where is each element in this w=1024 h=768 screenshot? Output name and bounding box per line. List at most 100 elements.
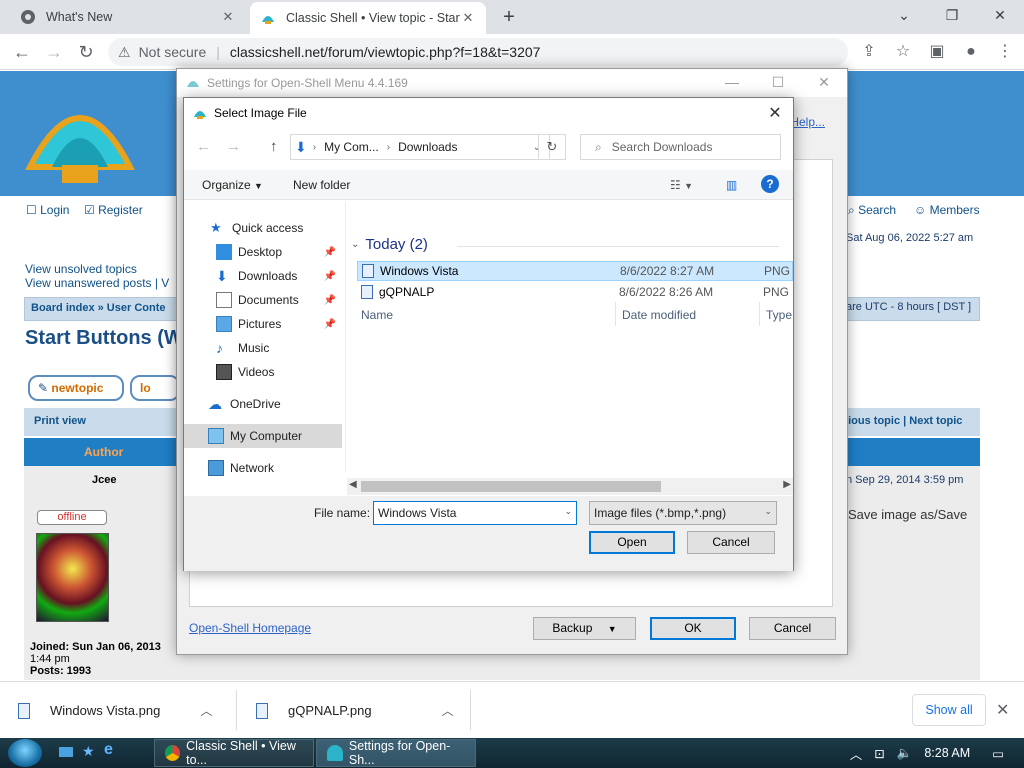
side-panel-icon[interactable]: ▣ (920, 40, 954, 64)
cancel-button[interactable]: Cancel (749, 617, 836, 640)
crumb-my-computer[interactable]: My Com... (324, 140, 379, 154)
nav-quick-access[interactable]: ★ Quick access (184, 216, 342, 240)
search-link[interactable]: ⌕ Search (848, 203, 896, 218)
tab-whats-new[interactable]: What's New ✕ (10, 0, 246, 34)
shell-icon (187, 81, 199, 87)
new-tab-button[interactable]: + (498, 6, 520, 29)
reload-icon[interactable]: ↻ (74, 40, 98, 64)
minimize-button[interactable]: — (709, 69, 755, 97)
notification-icon[interactable]: ▭ (992, 746, 1004, 761)
topic-nav-links[interactable]: vious topic | Next topic (842, 415, 962, 427)
close-tab-icon[interactable]: ✕ (220, 9, 236, 25)
close-button[interactable]: ✕ (801, 69, 847, 97)
start-button[interactable] (8, 739, 42, 767)
address-bar[interactable]: ⚠ Not secure | classicshell.net/forum/vi… (108, 38, 848, 66)
nav-downloads[interactable]: ⬇ Downloads 📌 (184, 264, 342, 288)
show-desktop-icon[interactable] (58, 744, 74, 760)
nav-onedrive[interactable]: ☁ OneDrive (184, 392, 342, 416)
backup-button[interactable]: Backup ▼ (533, 617, 636, 640)
horizontal-scrollbar[interactable]: ◀ ▶ (347, 478, 793, 495)
column-type[interactable]: Type (766, 308, 792, 322)
internet-explorer-icon[interactable]: e (104, 741, 120, 758)
open-button[interactable]: Open (589, 531, 675, 554)
chevron-up-icon[interactable]: ︿ (850, 744, 863, 763)
register-link[interactable]: ☑ Register (84, 203, 143, 217)
chevron-right-icon: › (386, 141, 391, 153)
warning-icon: ⚠ (118, 43, 131, 60)
chevron-up-icon[interactable]: ︿ (200, 702, 212, 719)
download-item[interactable]: Windows Vista.png ︿ (18, 682, 212, 739)
network-icon[interactable]: ⊡ (874, 746, 884, 761)
file-row[interactable]: Windows Vista 8/6/2022 8:27 AM PNG (357, 261, 793, 281)
file-row[interactable]: gQPNALP 8/6/2022 8:26 AM PNG (357, 282, 793, 302)
login-link[interactable]: ☐ Login (26, 203, 69, 217)
tab-classic-shell[interactable]: Classic Shell • View topic - Start ✕ (250, 2, 486, 34)
menu-kebab-icon[interactable]: ⋮ (988, 40, 1022, 64)
up-icon[interactable]: ↑ (270, 138, 278, 155)
author-name[interactable]: Jcee (92, 474, 116, 486)
new-topic-button[interactable]: ✎ newtopic (28, 375, 124, 401)
forward-icon[interactable]: → (226, 138, 241, 155)
print-view-link[interactable]: Print view (34, 415, 86, 427)
close-tab-icon[interactable]: ✕ (460, 10, 476, 26)
breadcrumb[interactable]: ⬇ › My Com... › Downloads ⌄ (290, 134, 550, 160)
nav-music[interactable]: ♪ Music (184, 336, 342, 360)
preview-pane-icon[interactable]: ▥ (726, 178, 737, 192)
board-index-link[interactable]: Board index » User Conte (31, 302, 165, 314)
back-icon[interactable]: ← (196, 138, 211, 155)
back-icon[interactable]: ← (10, 40, 34, 64)
view-options-icon[interactable]: ☷ ▼ (670, 178, 693, 192)
scrollbar-thumb[interactable] (361, 481, 661, 492)
file-type-select[interactable]: Image files (*.bmp,*.png) ⌄ (589, 501, 777, 525)
minimize-button[interactable]: ⌄ (880, 0, 928, 34)
volume-icon[interactable]: 🔈 (897, 746, 913, 761)
members-link[interactable]: ☺ Members (914, 203, 980, 217)
crumb-downloads[interactable]: Downloads (398, 140, 457, 154)
nav-network[interactable]: Network (184, 456, 342, 480)
column-divider[interactable] (759, 302, 760, 326)
scroll-left-icon[interactable]: ◀ (349, 479, 357, 490)
close-window-button[interactable]: ✕ (976, 0, 1024, 34)
column-date[interactable]: Date modified (622, 308, 696, 322)
locked-button[interactable]: lo (130, 375, 180, 401)
maximize-button[interactable]: ☐ (755, 69, 801, 97)
help-link[interactable]: Help... (790, 115, 825, 129)
star-icon[interactable]: ★ (82, 743, 98, 759)
download-item[interactable]: gQPNALP.png ︿ (256, 682, 454, 739)
chevron-down-icon[interactable]: ⌄ (564, 506, 572, 520)
task-settings[interactable]: Settings for Open-Sh... (316, 739, 476, 767)
pane-divider[interactable] (345, 202, 346, 472)
help-icon[interactable]: ? (761, 175, 779, 193)
share-icon[interactable]: ⇪ (852, 40, 886, 64)
file-name-field[interactable]: Windows Vista ⌄ (373, 501, 577, 525)
profile-avatar-icon[interactable]: ● (954, 40, 988, 64)
forward-icon[interactable]: → (42, 40, 66, 64)
show-all-button[interactable]: Show all (912, 694, 986, 726)
nav-my-computer[interactable]: My Computer (184, 424, 342, 448)
chevron-up-icon[interactable]: ︿ (442, 702, 454, 719)
column-name[interactable]: Name (361, 308, 393, 322)
refresh-icon[interactable]: ↻ (538, 134, 566, 160)
dialog-titlebar[interactable]: Select Image File (184, 98, 793, 128)
close-icon[interactable]: ✕ (765, 103, 785, 123)
restore-button[interactable]: ❐ (928, 0, 976, 34)
unsolved-link[interactable]: View unsolved topics (25, 262, 137, 276)
clock[interactable]: 8:28 AM (924, 746, 970, 760)
close-icon[interactable]: ✕ (996, 700, 1009, 720)
task-chrome[interactable]: Classic Shell • View to... (154, 739, 314, 767)
column-divider[interactable] (615, 302, 616, 326)
homepage-link[interactable]: Open-Shell Homepage (189, 621, 311, 635)
scroll-right-icon[interactable]: ▶ (783, 479, 791, 490)
nav-desktop[interactable]: Desktop 📌 (184, 240, 342, 264)
nav-pictures[interactable]: Pictures 📌 (184, 312, 342, 336)
ok-button[interactable]: OK (650, 617, 736, 640)
bookmark-star-icon[interactable]: ☆ (886, 40, 920, 64)
unanswered-link[interactable]: View unanswered posts | V (25, 276, 169, 290)
nav-videos[interactable]: Videos (184, 360, 342, 384)
nav-documents[interactable]: Documents 📌 (184, 288, 342, 312)
new-folder-button[interactable]: New folder (293, 178, 350, 192)
search-input[interactable]: ⌕ Search Downloads (580, 134, 781, 160)
cancel-button[interactable]: Cancel (687, 531, 775, 554)
group-header[interactable]: ⌄ Today (2) (351, 236, 428, 253)
organize-button[interactable]: Organize ▼ (202, 178, 263, 192)
